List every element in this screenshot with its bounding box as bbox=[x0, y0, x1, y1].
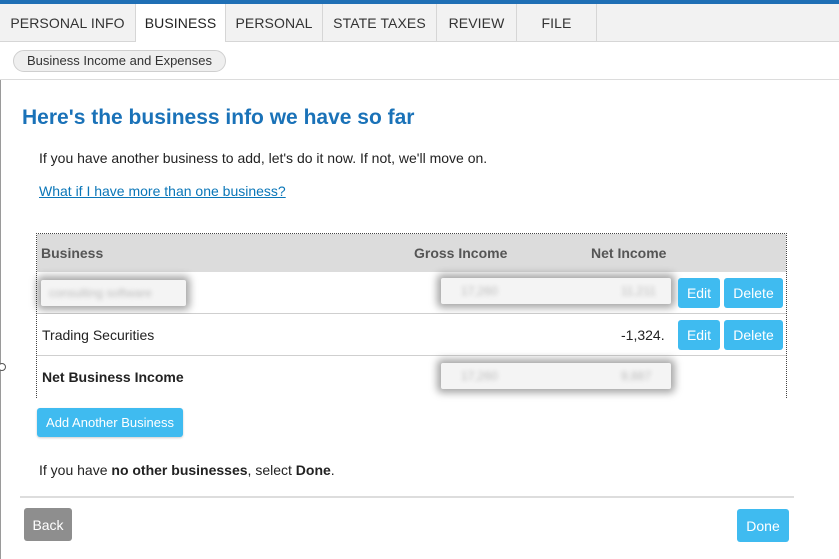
done-button[interactable]: Done bbox=[737, 509, 789, 542]
intro-text: If you have another business to add, let… bbox=[39, 150, 488, 166]
business-name: Trading Securities bbox=[42, 327, 155, 343]
header-gross-income: Gross Income bbox=[414, 245, 508, 261]
page-title: Here's the business info we have so far bbox=[22, 106, 415, 129]
footer-divider bbox=[20, 496, 794, 498]
edit-button[interactable]: Edit bbox=[678, 320, 720, 350]
tab-personal[interactable]: PERSONAL bbox=[226, 4, 323, 42]
delete-button[interactable]: Delete bbox=[724, 320, 783, 350]
delete-button[interactable]: Delete bbox=[724, 278, 783, 308]
left-border bbox=[0, 80, 1, 559]
net-business-income-label: Net Business Income bbox=[42, 369, 184, 385]
back-button[interactable]: Back bbox=[24, 508, 72, 541]
tab-personal-info[interactable]: PERSONAL INFO bbox=[0, 4, 136, 42]
tab-file[interactable]: FILE bbox=[517, 4, 597, 42]
header-net-income: Net Income bbox=[591, 245, 667, 261]
redacted-business-name: consulting software bbox=[41, 280, 186, 306]
tab-business[interactable]: BUSINESS bbox=[136, 4, 226, 43]
redacted-income-values: 17,260 11,211 bbox=[441, 278, 671, 304]
breadcrumb-pill[interactable]: Business Income and Expenses bbox=[13, 50, 226, 72]
table-header: Business Gross Income Net Income bbox=[37, 234, 786, 272]
main-tab-bar: PERSONAL INFO BUSINESS PERSONAL STATE TA… bbox=[0, 4, 839, 43]
help-link[interactable]: What if I have more than one business? bbox=[39, 183, 286, 199]
business-table: Business Gross Income Net Income consult… bbox=[36, 233, 787, 398]
redacted-total-values: 17,260 9,887 bbox=[441, 363, 671, 389]
sub-navigation: Business Income and Expenses bbox=[0, 42, 839, 80]
add-another-business-button[interactable]: Add Another Business bbox=[37, 408, 183, 437]
tab-review[interactable]: REVIEW bbox=[437, 4, 517, 42]
done-instruction: If you have no other businesses, select … bbox=[39, 462, 335, 478]
header-business: Business bbox=[41, 245, 104, 261]
table-row: consulting software 17,260 11,211 Edit D… bbox=[37, 272, 786, 314]
tab-state-taxes[interactable]: STATE TAXES bbox=[323, 4, 437, 42]
net-income-value: -1,324. bbox=[621, 327, 665, 343]
edit-button[interactable]: Edit bbox=[678, 278, 720, 308]
table-total-row: Net Business Income 17,260 9,887 bbox=[37, 356, 786, 398]
table-row: Trading Securities -1,324. Edit Delete bbox=[37, 314, 786, 356]
edge-handle-icon bbox=[0, 363, 6, 371]
